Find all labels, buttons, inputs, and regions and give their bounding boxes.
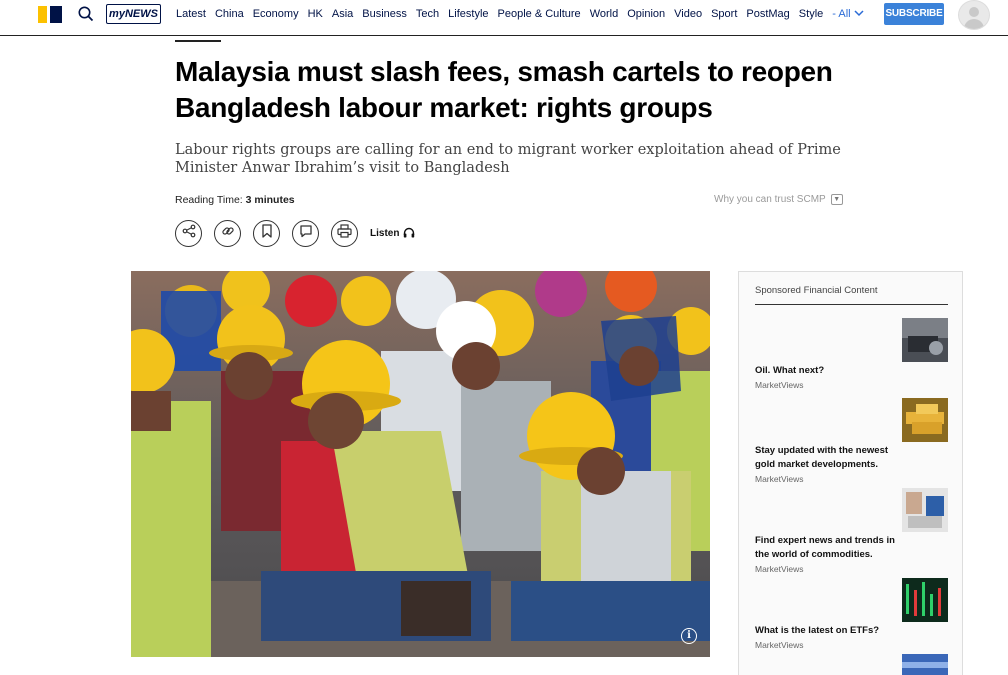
top-navigation-bar: myNEWS Latest China Economy HK Asia Busi… xyxy=(0,0,1008,36)
share-button[interactable] xyxy=(175,220,202,247)
trust-info-icon: ▼ xyxy=(830,194,843,205)
sponsored-headline: What is the latest on ETFs? xyxy=(755,625,880,636)
nav-link-tech[interactable]: Tech xyxy=(416,8,439,20)
sponsored-source: MarketViews xyxy=(755,380,804,390)
section-nav: Latest China Economy HK Asia Business Te… xyxy=(176,0,873,28)
article-hero-image: i xyxy=(131,271,710,657)
sponsored-thumbnail xyxy=(902,578,948,622)
sponsored-headline: Oil. What next? xyxy=(755,365,825,376)
reading-time: Reading Time: 3 minutes xyxy=(175,194,295,206)
search-icon[interactable] xyxy=(77,5,95,23)
article-actions: Listen xyxy=(175,220,415,247)
nav-link-economy[interactable]: Economy xyxy=(253,8,299,20)
mynews-button[interactable]: myNEWS xyxy=(106,4,161,24)
nav-link-sport[interactable]: Sport xyxy=(711,8,737,20)
nav-link-people-culture[interactable]: People & Culture xyxy=(498,8,581,20)
user-avatar-icon[interactable] xyxy=(958,0,990,30)
bookmark-button[interactable] xyxy=(253,220,280,247)
nav-link-latest[interactable]: Latest xyxy=(176,8,206,20)
sponsored-content-sidebar: Sponsored Financial Content Oil. What ne… xyxy=(738,271,963,675)
nav-link-lifestyle[interactable]: Lifestyle xyxy=(448,8,488,20)
nav-link-asia[interactable]: Asia xyxy=(332,8,353,20)
construction-workers-photo xyxy=(131,271,710,657)
sponsored-item[interactable]: What is the latest on ETFs? MarketViews xyxy=(755,578,948,650)
sponsored-item[interactable]: Find expert news and trends in the world… xyxy=(755,488,948,578)
nav-link-opinion[interactable]: Opinion xyxy=(627,8,665,20)
nav-all-dropdown[interactable]: - All xyxy=(832,8,864,20)
nav-link-postmag[interactable]: PostMag xyxy=(746,8,789,20)
sponsored-headline: Find expert news and trends in the world… xyxy=(755,535,895,560)
article-headline: Malaysia must slash fees, smash cartels … xyxy=(175,56,833,123)
nav-link-business[interactable]: Business xyxy=(362,8,407,20)
sponsored-thumbnail xyxy=(902,398,948,442)
article-subheadline: Labour rights groups are calling for an … xyxy=(175,142,841,176)
sponsored-item[interactable]: Oil. What next? MarketViews xyxy=(755,318,948,390)
avatar-head xyxy=(969,7,979,17)
headphones-icon xyxy=(403,227,415,241)
listen-button[interactable]: Listen xyxy=(370,227,415,241)
sponsored-thumbnail xyxy=(902,318,948,362)
sponsored-thumbnail xyxy=(902,654,948,675)
reading-time-value: 3 minutes xyxy=(245,194,295,206)
nav-link-hk[interactable]: HK xyxy=(308,8,323,20)
scmp-logo[interactable] xyxy=(38,6,62,23)
sponsored-source: MarketViews xyxy=(755,564,804,574)
copy-link-button[interactable] xyxy=(214,220,241,247)
nav-all-label: - All xyxy=(832,8,851,20)
sponsored-thumbnail xyxy=(902,488,948,532)
logo-yellow-block xyxy=(38,6,47,23)
sponsored-item[interactable]: Stay updated with the newest gold market… xyxy=(755,398,948,488)
listen-label: Listen xyxy=(370,228,400,239)
chevron-down-icon xyxy=(854,8,864,20)
comment-icon xyxy=(299,224,313,243)
nav-link-world[interactable]: World xyxy=(590,8,619,20)
sponsored-source: MarketViews xyxy=(755,640,804,650)
nav-link-video[interactable]: Video xyxy=(674,8,702,20)
avatar-body xyxy=(964,19,984,29)
sponsored-headline: Stay updated with the newest gold market… xyxy=(755,445,889,470)
logo-navy-block xyxy=(50,6,62,23)
nav-link-style[interactable]: Style xyxy=(799,8,823,20)
subscribe-button[interactable]: SUBSCRIBE xyxy=(884,3,944,25)
link-icon xyxy=(221,224,235,243)
bookmark-icon xyxy=(261,224,273,243)
trust-label: Why you can trust SCMP xyxy=(714,194,826,205)
print-button[interactable] xyxy=(331,220,358,247)
image-info-icon[interactable]: i xyxy=(681,628,697,644)
topic-tag-underline xyxy=(175,38,221,42)
sponsored-source: MarketViews xyxy=(755,474,804,484)
comment-button[interactable] xyxy=(292,220,319,247)
sidebar-title: Sponsored Financial Content xyxy=(755,285,948,305)
printer-icon xyxy=(337,224,352,243)
share-icon xyxy=(182,224,196,243)
nav-link-china[interactable]: China xyxy=(215,8,244,20)
trust-link[interactable]: Why you can trust SCMP ▼ xyxy=(714,194,843,205)
reading-time-label: Reading Time: xyxy=(175,194,243,206)
